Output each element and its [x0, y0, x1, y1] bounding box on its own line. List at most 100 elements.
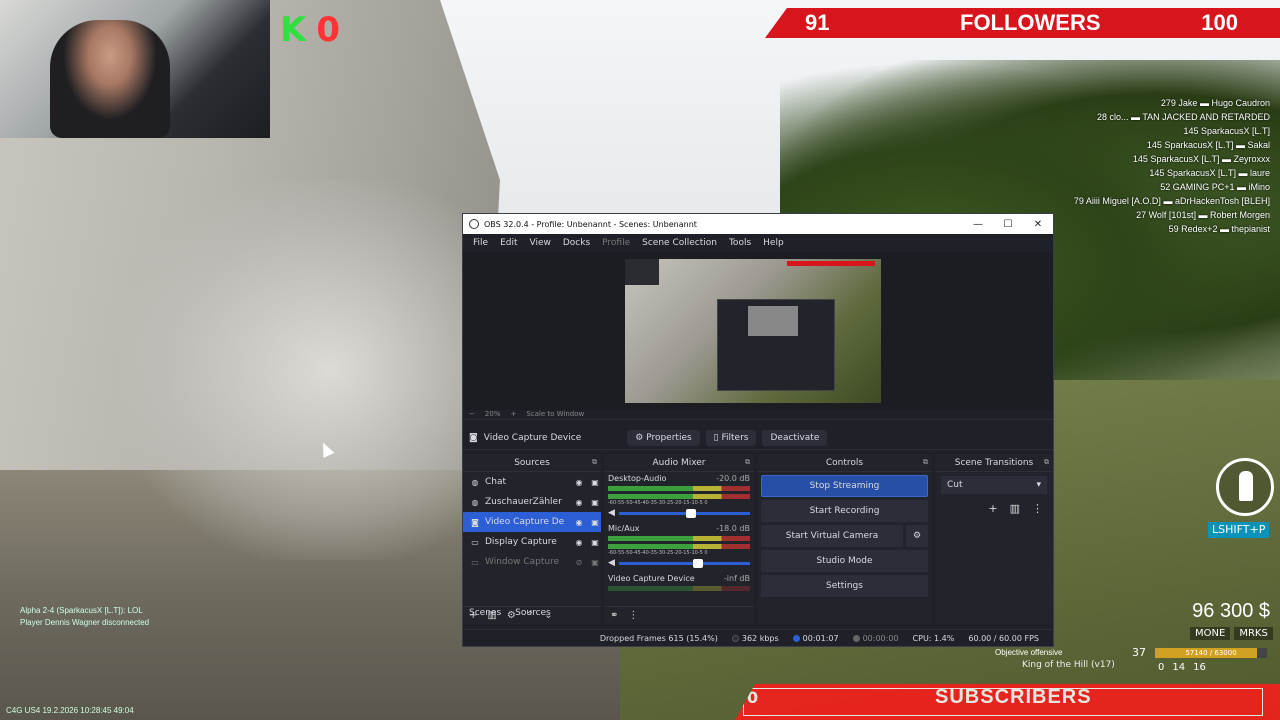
- killfeed-row: 145 SparkacusX [L.T] ▬ Sakal: [1146, 140, 1270, 150]
- audio-mixer-title: Audio Mixer: [652, 457, 706, 468]
- globe-icon: ◍: [471, 477, 479, 487]
- visibility-eye-icon[interactable]: ◉: [573, 538, 585, 547]
- zoom-in-button[interactable]: +: [510, 410, 516, 419]
- studio-mode-button[interactable]: Studio Mode: [761, 550, 928, 572]
- source-item-chat[interactable]: ◍ Chat ◉ ▣: [463, 472, 601, 492]
- source-item-video-capture[interactable]: ◙ Video Capture De ◉ ▣: [463, 512, 601, 532]
- start-recording-button[interactable]: Start Recording: [761, 500, 928, 522]
- channel-name: Video Capture Device: [608, 574, 695, 583]
- kill-count: 0: [316, 10, 341, 50]
- obs-titlebar[interactable]: OBS 32.0.4 - Profile: Unbenannt - Scenes…: [463, 214, 1053, 234]
- transition-select[interactable]: Cut ▾: [941, 476, 1047, 494]
- scene-preview[interactable]: [625, 259, 881, 403]
- mixer-channel-mic: Mic/Aux -18.0 dB -60-55-50-45-40-35-30-25…: [604, 522, 754, 572]
- dropped-frames: Dropped Frames 615 (15.4%): [599, 634, 718, 643]
- deactivate-button[interactable]: Deactivate: [762, 429, 828, 446]
- team-stats: 0 14 16: [1158, 662, 1206, 673]
- menu-view[interactable]: View: [524, 238, 557, 248]
- objective-value: 37: [1132, 646, 1146, 659]
- hud-money-button[interactable]: MONE: [1190, 627, 1231, 640]
- visibility-eye-icon[interactable]: ◉: [573, 518, 585, 527]
- link-icon[interactable]: ⚭: [610, 610, 618, 621]
- scene-transitions-dock: Scene Transitions ⧉ Cut ▾ + ▥ ⋮: [935, 454, 1053, 624]
- camera-icon: ◙: [469, 432, 478, 443]
- start-virtual-camera-button[interactable]: Start Virtual Camera: [761, 525, 903, 547]
- game-chat: Alpha 2-4 (SparkacusX [L.T]): LOL Player…: [20, 605, 149, 629]
- add-transition-icon[interactable]: +: [988, 502, 997, 515]
- menu-file[interactable]: File: [467, 238, 494, 248]
- source-item-display-capture[interactable]: ▭ Display Capture ◉ ▣: [463, 532, 601, 552]
- chevron-down-icon: ▾: [1036, 480, 1041, 490]
- volume-knob[interactable]: [692, 558, 703, 568]
- properties-button[interactable]: ⚙ Properties: [627, 429, 700, 446]
- volume-knob[interactable]: [686, 508, 696, 518]
- channel-db: -18.0 dB: [716, 524, 750, 533]
- cpu-usage: CPU: 1.4%: [912, 634, 955, 643]
- docks-row: Sources ⧉ ◍ Chat ◉ ▣ ◍ ZuschauerZähler ◉…: [463, 454, 1053, 624]
- killfeed-row: 145 SparkacusX [L.T] ▬ laure: [1149, 168, 1270, 178]
- lock-icon[interactable]: ▣: [589, 478, 601, 487]
- maximize-button[interactable]: ☐: [993, 219, 1023, 230]
- obs-logo-icon: [469, 219, 479, 229]
- menu-tools[interactable]: Tools: [723, 238, 757, 248]
- speaker-icon[interactable]: ◀: [608, 558, 615, 568]
- status-bar: Dropped Frames 615 (15.4%) 362 kbps 00:0…: [463, 629, 1053, 647]
- visibility-eye-icon[interactable]: ◉: [573, 498, 585, 507]
- scale-to-window-button[interactable]: Scale to Window: [526, 410, 584, 419]
- lock-icon[interactable]: ▣: [589, 558, 601, 567]
- minimize-button[interactable]: —: [963, 219, 993, 230]
- followers-goal: 100: [1201, 10, 1238, 35]
- more-options-icon[interactable]: ⋮: [1032, 502, 1043, 515]
- chat-line: Alpha 2-4 (SparkacusX [L.T]): LOL: [20, 606, 143, 615]
- close-button[interactable]: ✕: [1023, 219, 1053, 230]
- subscribers-label: SUBSCRIBERS: [935, 686, 1092, 708]
- lock-icon[interactable]: ▣: [589, 498, 601, 507]
- popout-icon[interactable]: ⧉: [592, 458, 597, 467]
- hidden-eye-icon[interactable]: ⊘: [573, 558, 585, 567]
- channel-name: Mic/Aux: [608, 524, 640, 533]
- source-item-window-capture[interactable]: ▭ Window Capture ⊘ ▣: [463, 552, 601, 572]
- popout-icon[interactable]: ⧉: [1044, 458, 1049, 467]
- volume-slider[interactable]: [618, 508, 750, 518]
- menu-edit[interactable]: Edit: [494, 238, 523, 248]
- monitor-icon: ▭: [471, 537, 479, 547]
- menu-docks[interactable]: Docks: [557, 238, 596, 248]
- lock-icon[interactable]: ▣: [589, 538, 601, 547]
- volume-meter: [608, 544, 750, 549]
- objective-progress: 57140 / 63000: [1155, 648, 1267, 658]
- zoom-level: 20%: [484, 410, 501, 418]
- streamer-avatar: [50, 20, 170, 138]
- popout-icon[interactable]: ⧉: [745, 458, 750, 467]
- lock-icon[interactable]: ▣: [589, 518, 601, 527]
- popout-icon[interactable]: ⧉: [923, 458, 928, 467]
- source-item-zuschauerzahler[interactable]: ◍ ZuschauerZähler ◉ ▣: [463, 492, 601, 512]
- preview-area[interactable]: [463, 252, 1053, 410]
- transitions-header: Scene Transitions ⧉: [935, 454, 1053, 472]
- more-options-icon[interactable]: ⋮: [628, 610, 638, 621]
- visibility-eye-icon[interactable]: ◉: [573, 478, 585, 487]
- window-title: OBS 32.0.4 - Profile: Unbenannt - Scenes…: [484, 219, 697, 229]
- mixer-channel-desktop: Desktop-Audio -20.0 dB -60-55-50-45-40-35…: [604, 472, 754, 522]
- settings-button[interactable]: Settings: [761, 575, 928, 597]
- bitrate: 362 kbps: [731, 634, 779, 643]
- obs-window[interactable]: OBS 32.0.4 - Profile: Unbenannt - Scenes…: [462, 213, 1054, 647]
- tab-scenes[interactable]: Scenes: [469, 608, 501, 624]
- speaker-icon[interactable]: ◀: [608, 508, 615, 518]
- killfeed: 279 Jake ▬ Hugo Caudron 28 clo... ▬ TAN …: [1060, 96, 1270, 236]
- menu-profile[interactable]: Profile: [596, 238, 636, 248]
- progress-text: 57140 / 63000: [1185, 649, 1237, 657]
- stop-streaming-button[interactable]: Stop Streaming: [761, 475, 928, 497]
- menu-scene-collection[interactable]: Scene Collection: [636, 238, 723, 248]
- webcam-overlay: [0, 0, 270, 138]
- tab-sources[interactable]: Sources: [515, 608, 551, 624]
- zoom-out-button[interactable]: −: [469, 410, 475, 419]
- menu-help[interactable]: Help: [757, 238, 790, 248]
- hud-buttons: MONE MRKS: [1190, 627, 1273, 640]
- money-value: 96 300 $: [1192, 600, 1270, 622]
- virtual-camera-gear-icon[interactable]: ⚙: [906, 525, 928, 547]
- killfeed-row: 145 SparkacusX [L.T] ▬ Zeyroxxx: [1132, 154, 1270, 164]
- hud-marks-button[interactable]: MRKS: [1234, 627, 1273, 640]
- trash-icon[interactable]: ▥: [1010, 502, 1020, 515]
- volume-slider[interactable]: [618, 558, 750, 568]
- filters-button[interactable]: ▯ Filters: [705, 429, 757, 446]
